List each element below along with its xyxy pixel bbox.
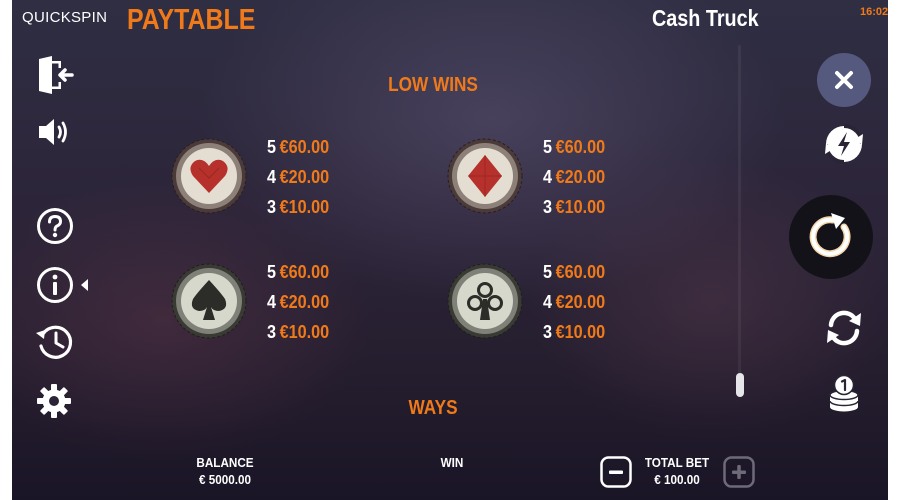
pay-row: 3 €10.00	[543, 322, 605, 343]
help-icon	[37, 208, 73, 244]
balance-label: BALANCE	[196, 455, 254, 470]
pay-amount: €20.00	[555, 167, 606, 187]
pay-row: 4 €20.00	[543, 167, 605, 188]
autoplay-icon	[827, 310, 861, 346]
pay-amount: €60.00	[555, 262, 606, 282]
pay-row: 3 €10.00	[267, 197, 329, 218]
pay-amount: €20.00	[279, 292, 330, 312]
pay-count: 5	[267, 137, 277, 157]
pay-amount: €10.00	[279, 197, 330, 217]
pay-row: 4 €20.00	[267, 292, 329, 313]
page-title: PAYTABLE	[127, 4, 256, 36]
pay-amount: €20.00	[555, 292, 606, 312]
info-button[interactable]	[36, 266, 94, 304]
pay-count: 5	[543, 262, 553, 282]
pay-amount: €10.00	[555, 322, 606, 342]
pay-row: 3 €10.00	[543, 197, 605, 218]
pay-count: 5	[543, 137, 553, 157]
pay-count: 4	[543, 292, 553, 312]
sound-icon	[39, 119, 67, 145]
pay-row: 5 €60.00	[543, 262, 605, 283]
total-bet-label: TOTAL BET	[644, 455, 710, 470]
brand-logo: QUICKSPIN	[22, 9, 108, 26]
coin-stack-icon	[829, 374, 859, 412]
history-icon	[36, 325, 73, 359]
total-bet-value: € 100.00	[654, 472, 700, 487]
balance-value: € 5000.00	[198, 472, 252, 487]
help-button[interactable]	[36, 207, 74, 245]
pay-amount: €60.00	[279, 137, 330, 157]
ways-heading: WAYS	[408, 397, 458, 419]
decrease-bet-button[interactable]	[600, 456, 632, 488]
spin-icon	[789, 195, 873, 279]
pay-count: 3	[267, 197, 277, 217]
pay-count: 4	[267, 167, 277, 187]
settings-icon	[37, 384, 71, 418]
turbo-button[interactable]	[822, 122, 866, 166]
pay-amount: €10.00	[555, 197, 606, 217]
info-icon	[37, 267, 88, 303]
pay-amount: €60.00	[279, 262, 330, 282]
pay-count: 4	[267, 292, 277, 312]
spade-symbol	[171, 263, 247, 339]
diamond-cap-icon	[447, 138, 523, 214]
scrollbar-track[interactable]	[738, 45, 741, 375]
pay-row: 5 €60.00	[267, 137, 329, 158]
pay-amount: €10.00	[279, 322, 330, 342]
game-screen: QUICKSPIN PAYTABLE Cash Truck 16:02 LOW …	[12, 0, 888, 500]
heart-cap-icon	[171, 138, 247, 214]
spade-cap-icon	[171, 263, 247, 339]
heart-symbol	[171, 138, 247, 214]
close-icon	[817, 53, 871, 107]
diamond-symbol	[447, 138, 523, 214]
pay-row: 5 €60.00	[543, 137, 605, 158]
turbo-icon	[824, 124, 864, 164]
pay-count: 4	[543, 167, 553, 187]
pay-row: 4 €20.00	[543, 292, 605, 313]
pay-row: 5 €60.00	[267, 262, 329, 283]
minus-icon	[600, 456, 632, 488]
autoplay-button[interactable]	[823, 307, 865, 349]
plus-icon	[723, 456, 755, 488]
pay-row: 3 €10.00	[267, 322, 329, 343]
settings-button[interactable]	[36, 383, 72, 419]
game-name: Cash Truck	[652, 5, 759, 31]
pay-count: 5	[267, 262, 277, 282]
clock: 16:02	[860, 6, 888, 18]
spin-button[interactable]	[788, 194, 874, 280]
pay-row: 4 €20.00	[267, 167, 329, 188]
low-wins-heading: LOW WINS	[388, 74, 478, 96]
pay-count: 3	[543, 197, 553, 217]
pay-amount: €60.00	[555, 137, 606, 157]
club-symbol	[447, 263, 523, 339]
history-button[interactable]	[34, 322, 76, 362]
exit-button[interactable]	[34, 55, 74, 95]
close-button[interactable]	[816, 52, 872, 108]
increase-bet-button[interactable]	[723, 456, 755, 488]
scrollbar-thumb[interactable]	[736, 373, 744, 397]
pay-count: 3	[543, 322, 553, 342]
bet-settings-button[interactable]	[824, 374, 864, 414]
sound-button[interactable]	[36, 114, 72, 150]
pay-amount: €20.00	[279, 167, 330, 187]
win-label: WIN	[440, 455, 464, 470]
pay-count: 3	[267, 322, 277, 342]
club-cap-icon	[447, 263, 523, 339]
exit-icon	[39, 56, 74, 94]
